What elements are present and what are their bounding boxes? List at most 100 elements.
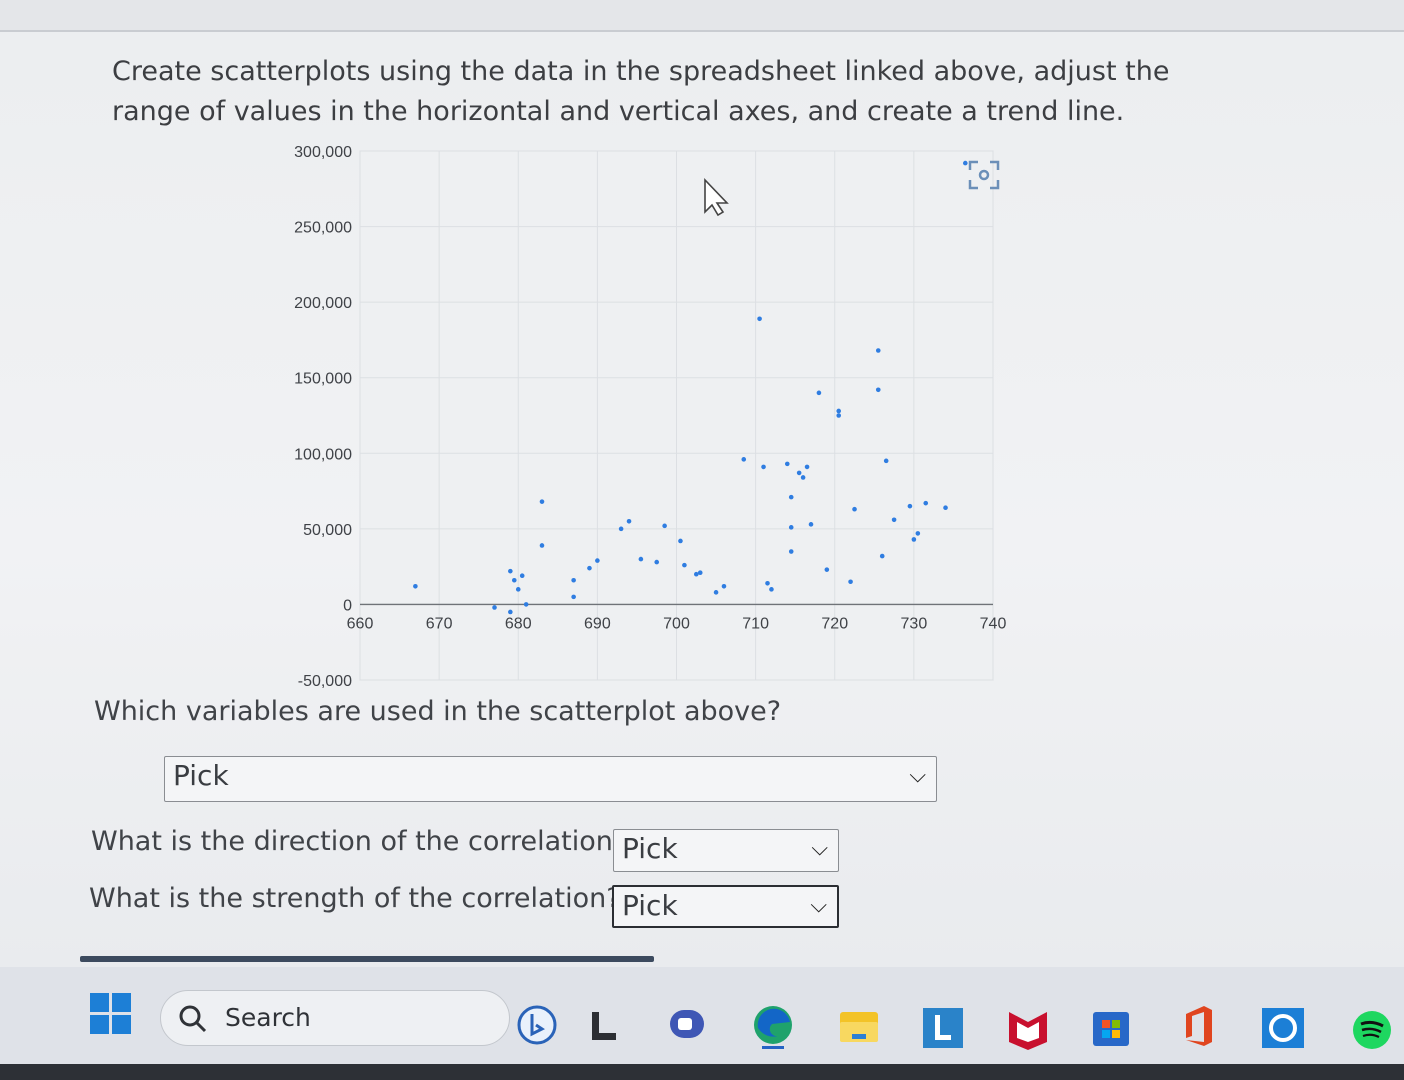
y-tick-label: 100,000 xyxy=(294,446,352,463)
data-point xyxy=(721,583,727,589)
question-variables-label: Which variables are used in the scatterp… xyxy=(94,696,782,727)
y-tick-label: 300,000 xyxy=(294,144,352,161)
data-point xyxy=(808,522,814,527)
data-point xyxy=(515,587,521,592)
data-point xyxy=(638,556,644,562)
data-point xyxy=(765,580,770,586)
y-tick-label: 0 xyxy=(343,597,352,614)
data-point xyxy=(836,408,842,414)
variables-select-value: Pick xyxy=(173,759,229,792)
y-tick-label: -50,000 xyxy=(298,673,352,690)
data-point xyxy=(836,413,842,418)
x-tick-label: 700 xyxy=(663,615,690,632)
spotify-icon[interactable] xyxy=(1345,1000,1395,1050)
y-tick-label: 250,000 xyxy=(294,220,352,237)
data-point xyxy=(523,602,529,607)
y-tick-label: 150,000 xyxy=(294,371,352,388)
chevron-down-icon: ⌵ xyxy=(811,836,828,861)
x-tick-label: 690 xyxy=(584,615,611,632)
question-strength-label: What is the strength of the correlation? xyxy=(89,883,621,914)
data-point xyxy=(571,577,576,583)
data-point xyxy=(800,475,806,480)
variables-select[interactable]: Pick ⌵ xyxy=(164,756,937,802)
data-point xyxy=(757,316,762,322)
progress-bar xyxy=(80,956,654,962)
data-point xyxy=(816,390,822,396)
search-icon xyxy=(179,1005,207,1033)
data-point xyxy=(678,538,683,544)
data-point xyxy=(519,573,525,579)
data-point xyxy=(693,571,699,577)
data-point xyxy=(539,499,545,504)
data-point xyxy=(769,587,774,592)
edge-icon[interactable] xyxy=(748,1000,798,1050)
data-point xyxy=(741,457,747,462)
question-direction-label: What is the direction of the correlation… xyxy=(91,826,628,857)
chevron-down-icon: ⌵ xyxy=(810,893,827,918)
data-point xyxy=(539,543,545,548)
data-point xyxy=(713,590,719,595)
data-point xyxy=(923,500,929,506)
x-tick-label: 670 xyxy=(426,615,453,632)
x-tick-label: 740 xyxy=(980,615,1007,632)
data-point xyxy=(891,517,897,523)
microsoft-store-icon[interactable] xyxy=(1086,1000,1136,1050)
data-point xyxy=(875,348,881,353)
data-point xyxy=(883,458,889,464)
data-point xyxy=(875,387,881,393)
data-point xyxy=(761,464,766,470)
data-point xyxy=(511,577,517,583)
search-label: Search xyxy=(225,1003,311,1032)
file-explorer-icon[interactable] xyxy=(834,1000,884,1050)
data-point xyxy=(788,494,794,500)
data-point xyxy=(879,553,885,559)
data-point xyxy=(413,583,418,589)
taskbar-edge xyxy=(0,1064,1404,1080)
data-point xyxy=(697,570,703,575)
teams-icon[interactable] xyxy=(662,1000,712,1050)
x-tick-label: 660 xyxy=(347,615,374,632)
office-icon[interactable] xyxy=(1174,1000,1224,1050)
data-point xyxy=(508,568,513,574)
data-point xyxy=(784,461,790,467)
direction-select[interactable]: Pick ⌵ xyxy=(613,829,839,872)
data-point xyxy=(571,594,576,600)
data-point xyxy=(804,464,810,470)
data-point xyxy=(911,537,917,542)
data-point xyxy=(796,470,802,476)
data-point xyxy=(963,160,968,166)
data-point xyxy=(618,526,624,532)
strength-select[interactable]: Pick ⌵ xyxy=(612,885,839,928)
data-point xyxy=(508,609,513,615)
data-point xyxy=(682,562,687,568)
x-tick-label: 730 xyxy=(901,615,928,632)
data-point xyxy=(915,531,921,536)
data-point xyxy=(595,558,600,563)
y-tick-label: 200,000 xyxy=(294,295,352,312)
data-point xyxy=(852,506,857,512)
data-point xyxy=(587,565,592,571)
x-tick-label: 710 xyxy=(742,615,769,632)
data-point xyxy=(626,519,632,524)
y-tick-label: 50,000 xyxy=(303,522,352,539)
data-point xyxy=(662,523,667,529)
chevron-down-icon: ⌵ xyxy=(909,763,926,788)
data-point xyxy=(907,503,913,509)
x-tick-label: 680 xyxy=(505,615,532,632)
l-tile-icon[interactable] xyxy=(918,1000,968,1050)
data-point xyxy=(788,525,794,530)
cortana-icon[interactable] xyxy=(1258,1000,1308,1050)
x-tick-label: 720 xyxy=(821,615,848,632)
windows-start-icon[interactable] xyxy=(90,993,132,1035)
mcafee-icon[interactable] xyxy=(1003,1000,1053,1050)
data-point xyxy=(943,505,948,510)
data-point xyxy=(848,579,853,585)
data-point xyxy=(788,549,794,554)
taskbar-search-box[interactable]: Search xyxy=(160,990,510,1046)
data-point xyxy=(492,605,497,610)
strength-select-value: Pick xyxy=(622,889,678,922)
data-point xyxy=(824,567,830,572)
bing-chat-icon[interactable] xyxy=(512,1000,562,1050)
data-point xyxy=(654,559,660,565)
l-app-icon[interactable] xyxy=(580,1000,630,1050)
